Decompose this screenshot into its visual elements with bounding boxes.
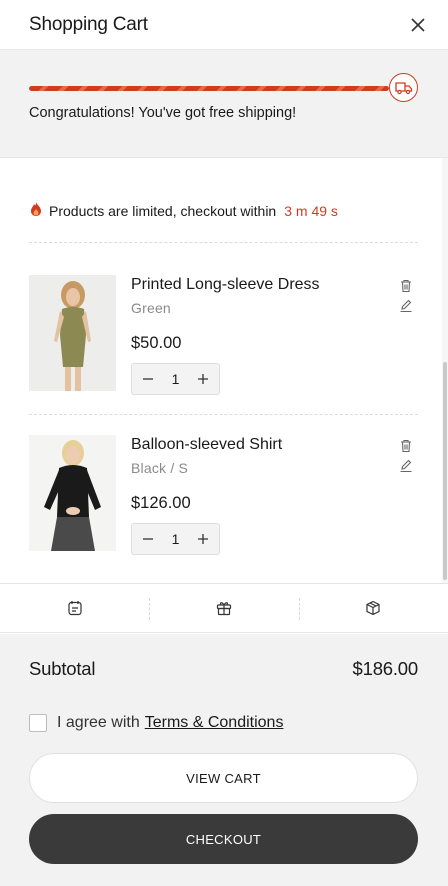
- agree-text: I agree with: [57, 714, 140, 731]
- quantity-value[interactable]: 1: [172, 531, 180, 547]
- divider: [29, 414, 418, 415]
- quantity-value[interactable]: 1: [172, 371, 180, 387]
- cart-items-scroll[interactable]: Products are limited, checkout within 3 …: [0, 158, 448, 583]
- product-name[interactable]: Balloon-sleeved Shirt: [131, 436, 282, 454]
- free-shipping-panel: Congratulations! You've got free shippin…: [0, 50, 448, 158]
- urgency-text: Products are limited, checkout within: [49, 202, 277, 219]
- subtotal-row: Subtotal $186.00: [29, 658, 418, 680]
- product-image-dress[interactable]: [29, 275, 116, 391]
- box-icon[interactable]: [298, 584, 448, 632]
- cart-tools: [0, 583, 448, 633]
- terms-link[interactable]: Terms & Conditions: [145, 714, 284, 732]
- minus-icon[interactable]: [138, 369, 158, 389]
- cart-footer: Subtotal $186.00 I agree with Terms & Co…: [0, 634, 448, 886]
- product-image-shirt[interactable]: [29, 435, 116, 551]
- product-name[interactable]: Printed Long-sleeve Dress: [131, 276, 320, 294]
- divider: [29, 242, 418, 243]
- countdown-timer: 3 m 49 s: [284, 202, 338, 219]
- cart-item: Printed Long-sleeve Dress Green $50.00 1: [29, 275, 418, 395]
- plus-icon[interactable]: [193, 529, 213, 549]
- terms-agreement: I agree with Terms & Conditions: [29, 714, 283, 732]
- close-icon[interactable]: [408, 15, 428, 35]
- urgency-notice: Products are limited, checkout within 3 …: [29, 201, 338, 220]
- cart-item: Balloon-sleeved Shirt Black / S $126.00 …: [29, 435, 418, 555]
- product-variant: Black / S: [131, 460, 189, 476]
- subtotal-value: $186.00: [352, 658, 419, 679]
- view-cart-button[interactable]: VIEW CART: [29, 753, 418, 803]
- checkout-button[interactable]: CHECKOUT: [29, 814, 418, 864]
- plus-icon[interactable]: [193, 369, 213, 389]
- edit-icon[interactable]: [399, 459, 413, 473]
- trash-icon[interactable]: [399, 439, 413, 453]
- truck-icon: [389, 73, 418, 102]
- subtotal-label: Subtotal: [29, 658, 96, 679]
- edit-icon[interactable]: [399, 299, 413, 313]
- terms-checkbox[interactable]: [29, 714, 47, 732]
- fire-icon: [29, 201, 43, 220]
- product-price: $50.00: [131, 334, 182, 352]
- scrollbar-thumb[interactable]: [443, 362, 447, 580]
- cart-title: Shopping Cart: [29, 13, 148, 35]
- item-actions: [399, 279, 413, 313]
- item-actions: [399, 439, 413, 473]
- shipping-progress-bar: [29, 86, 389, 91]
- quantity-stepper: 1: [131, 523, 220, 555]
- cart-header: Shopping Cart: [0, 0, 448, 50]
- product-variant: Green: [131, 300, 171, 316]
- trash-icon[interactable]: [399, 279, 413, 293]
- product-price: $126.00: [131, 494, 191, 512]
- quantity-stepper: 1: [131, 363, 220, 395]
- shipping-message: Congratulations! You've got free shippin…: [29, 105, 297, 121]
- minus-icon[interactable]: [138, 529, 158, 549]
- shipping-progress-fill: [29, 86, 389, 91]
- gift-icon[interactable]: [149, 584, 298, 632]
- note-icon[interactable]: [0, 584, 149, 632]
